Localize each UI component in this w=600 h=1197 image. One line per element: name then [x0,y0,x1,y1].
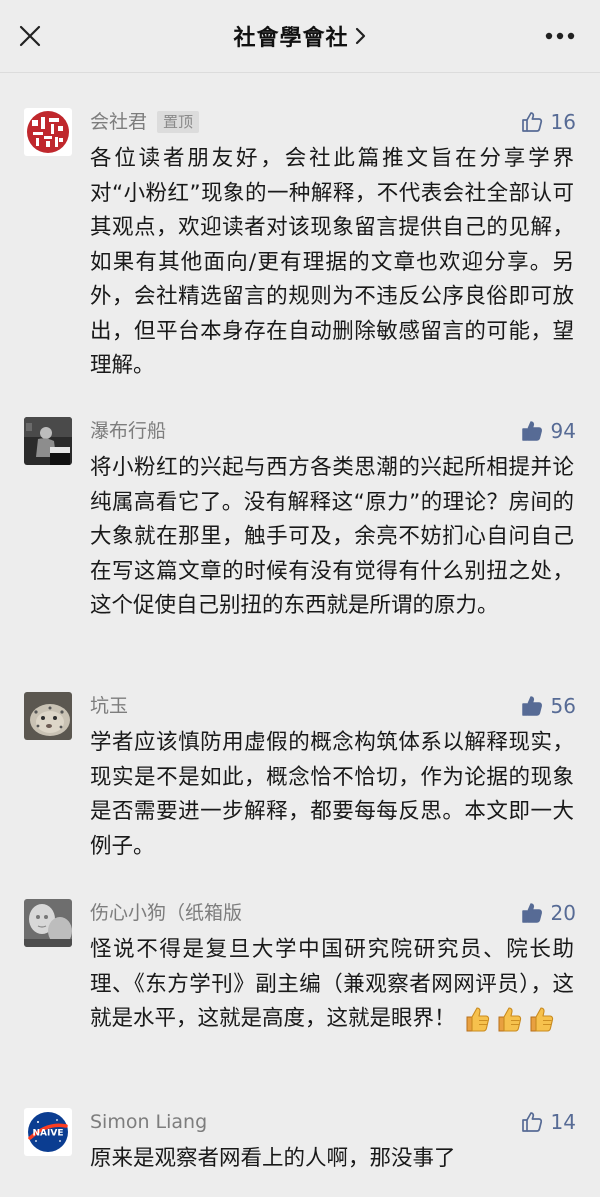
like-count: 14 [550,1110,576,1134]
thumbs-up-outline-icon [521,112,542,132]
thumbs-up-emoji-icon [498,1007,522,1032]
author-name: 伤心小狗（纸箱版 [90,902,243,924]
like-button[interactable]: 14 [520,1106,576,1138]
thumbs-up-filled-icon [521,421,542,441]
avatar[interactable] [24,692,72,740]
comment-item: 会社君 置顶 16 各位读者朋友好，会社此篇推文旨在分享学界对“小粉红”现象的一… [24,108,580,378]
nasa-logo-avatar: NAIVE [24,1108,72,1156]
comment-author[interactable]: 会社君 置顶 [90,108,200,136]
comment-text: 将小粉红的兴起与西方各类思潮的兴起所相提并论纯属高看它了。没有解释这“原力”的理… [90,455,574,618]
comment-item: 瀑布行船 94 将小粉红的兴起与西方各类思潮的兴起所相提并论纯属高看它了。没有解… [24,417,580,657]
avatar[interactable] [24,108,72,156]
avatar[interactable]: NAIVE [24,1108,72,1156]
snow-leopard-avatar [24,692,72,740]
pianist-photo-avatar [24,417,72,465]
author-name: Simon Liang [90,1111,208,1133]
like-button[interactable]: 94 [520,415,576,447]
like-count: 94 [550,419,576,443]
comment-author[interactable]: 伤心小狗（纸箱版 [90,899,242,927]
like-count: 56 [550,694,576,718]
like-button[interactable]: 20 [520,897,576,929]
close-icon [19,25,41,47]
more-dots-icon [545,32,575,40]
comment-author[interactable]: Simon Liang [90,1108,207,1136]
avatar[interactable] [24,417,72,465]
thumbs-up-emoji-icon [466,1007,490,1032]
pinned-badge: 置顶 [157,111,200,133]
comment-text: 原来是观察者网看上的人啊，那没事了 [90,1146,456,1171]
thumbs-up-emoji-icon [530,1007,554,1032]
author-name: 瀑布行船 [90,420,167,442]
author-name: 会社君 [90,111,148,133]
top-bar: 社會學會社 [0,0,600,73]
like-button[interactable]: 56 [520,690,576,722]
account-title-link[interactable]: 社會學會社 [233,20,366,52]
page-title: 社會學會社 [233,26,349,51]
comment-text: 学者应该慎防用虚假的概念构筑体系以解释现实，现实是不是如此，概念恰不恰切，作为论… [90,730,574,859]
svg-text:NAIVE: NAIVE [33,1129,64,1139]
comment-item: NAIVE Simon Liang 14 原来是观察者网看上的人啊，那没事了 [24,1108,580,1188]
like-count: 20 [550,901,576,925]
comment-author[interactable]: 坑玉 [90,692,128,720]
seal-logo-avatar [24,108,72,156]
like-count: 16 [550,110,576,134]
thumbs-up-filled-icon [521,903,542,923]
comment-text: 各位读者朋友好，会社此篇推文旨在分享学界对“小粉红”现象的一种解释，不代表会社全… [90,146,574,378]
close-button[interactable] [12,18,48,54]
author-name: 坑玉 [90,695,129,717]
comment-item: 坑玉 56 学者应该慎防用虚假的概念构筑体系以解释现实，现实是不是如此，概念恰不… [24,692,580,862]
chevron-right-icon [355,27,365,45]
emoji-row [462,1004,556,1034]
comment-author[interactable]: 瀑布行船 [90,417,166,445]
comment-body: 怪说不得是复旦大学中国研究院研究员、院长助理、《东方学刊》副主编（兼观察者网网评… [90,933,574,1037]
more-button[interactable] [540,22,580,50]
statue-photo-avatar [24,899,72,947]
like-button[interactable]: 16 [520,106,576,138]
thumbs-up-outline-icon [521,1112,542,1132]
avatar[interactable] [24,899,72,947]
thumbs-up-filled-icon [521,696,542,716]
comment-item: 伤心小狗（纸箱版 20 怪说不得是复旦大学中国研究院研究员、院长助理、《东方学刊… [24,899,580,1079]
